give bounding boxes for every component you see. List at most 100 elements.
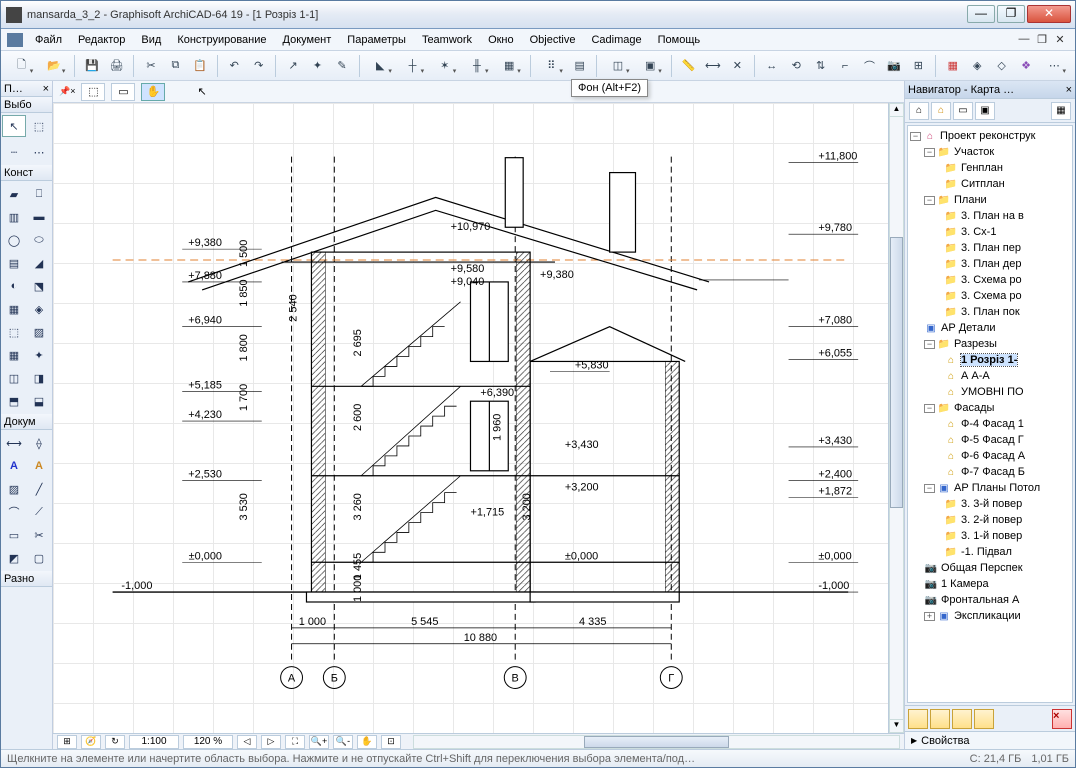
zoom-input[interactable] — [183, 735, 233, 749]
menu-construction[interactable]: Конструирование — [169, 31, 274, 49]
stair-tool[interactable]: ▤ — [2, 252, 26, 274]
snap-mid-tool[interactable]: ✶ — [430, 55, 459, 77]
section-tool-2[interactable]: ✂ — [27, 524, 51, 546]
object-tool[interactable]: ⬚ — [2, 321, 26, 343]
wall-tool[interactable]: ▰ — [2, 183, 26, 205]
nav-publisher-icon[interactable]: ▣ — [975, 102, 995, 120]
menu-file[interactable]: Файл — [27, 31, 70, 49]
quick-options-icon[interactable]: ⊞ — [57, 735, 77, 749]
orientation-icon[interactable]: 🧭 — [81, 735, 101, 749]
zoom-prev-icon[interactable]: ◁ — [237, 735, 257, 749]
move-tool[interactable]: ↔ — [761, 55, 782, 77]
cross-button[interactable]: ✕ — [727, 55, 748, 77]
marquee-tool[interactable]: ⬚ — [27, 115, 51, 137]
menu-editor[interactable]: Редактор — [70, 31, 133, 49]
mode-single[interactable]: ⬚ — [81, 83, 105, 101]
level-tool[interactable]: ⟠ — [27, 432, 51, 454]
energy-button[interactable]: ❖ — [1015, 55, 1036, 77]
properties-bar[interactable]: ▶ Свойства — [905, 731, 1075, 749]
explode-tool[interactable]: ⊞ — [908, 55, 929, 77]
paste-button[interactable]: 📋 — [189, 55, 210, 77]
worksheet-tool[interactable]: ▢ — [27, 547, 51, 569]
door-tool[interactable]: ⎕ — [27, 183, 51, 205]
copy-button[interactable]: ⧉ — [165, 55, 186, 77]
nav-new-folder-button[interactable] — [952, 709, 972, 729]
nav-layout-icon[interactable]: ▭ — [953, 102, 973, 120]
navigator-tree[interactable]: −⌂Проект реконструк −📁Участок 📁Генплан 📁… — [907, 125, 1073, 703]
layers-button[interactable]: ◈ — [967, 55, 988, 77]
skylight-tool[interactable]: ⬔ — [27, 275, 51, 297]
grid-toggle[interactable]: ⠿ — [537, 55, 566, 77]
zone-tool[interactable]: ▨ — [27, 321, 51, 343]
wall-end-tool[interactable]: ◨ — [27, 367, 51, 389]
text-tool[interactable]: A — [2, 455, 26, 477]
label-tool[interactable]: A — [27, 455, 51, 477]
slab-tool[interactable]: ⬭ — [27, 229, 51, 251]
ruler-toggle[interactable]: ▤ — [569, 55, 590, 77]
menu-view[interactable]: Вид — [133, 31, 169, 49]
nav-delete-button[interactable]: × — [1052, 709, 1072, 729]
mode-panning[interactable]: ✋ — [141, 83, 165, 101]
column-tool[interactable]: ▬ — [27, 206, 51, 228]
nav-options-icon[interactable]: ▦ — [1051, 102, 1071, 120]
trace-button[interactable]: ▦ — [942, 55, 963, 77]
cut-button[interactable]: ✂ — [140, 55, 161, 77]
menu-parameters[interactable]: Параметры — [339, 31, 414, 49]
navigator-close-icon[interactable]: × — [1066, 84, 1072, 96]
section-tool[interactable]: ⬓ — [27, 390, 51, 412]
menu-window[interactable]: Окно — [480, 31, 522, 49]
snap-guide-tool[interactable]: ╫ — [462, 55, 491, 77]
roof-tool[interactable]: ◢ — [27, 252, 51, 274]
menu-document[interactable]: Документ — [275, 31, 340, 49]
dimension-tool[interactable]: ⟷ — [702, 55, 723, 77]
mirror-tool[interactable]: ⇅ — [810, 55, 831, 77]
background-button[interactable]: ▣ — [636, 55, 665, 77]
panel-close-icon[interactable]: × — [43, 83, 49, 95]
scroll-up-icon[interactable]: ▲ — [889, 103, 904, 117]
snap-ortho-tool[interactable]: ┼ — [398, 55, 427, 77]
snap-grid-tool[interactable]: ▦ — [495, 55, 524, 77]
rotate-tool[interactable]: ⟲ — [785, 55, 806, 77]
redo-button[interactable]: ↷ — [248, 55, 269, 77]
more-button[interactable]: ⋯ — [1040, 55, 1069, 77]
save-button[interactable]: 💾 — [81, 55, 102, 77]
nav-save-view-button[interactable] — [908, 709, 928, 729]
nav-clone-button[interactable] — [930, 709, 950, 729]
mdi-restore[interactable]: ❐ — [1033, 33, 1051, 46]
pan-icon[interactable]: ✋ — [357, 735, 377, 749]
menu-help[interactable]: Помощь — [650, 31, 709, 49]
pin-icon[interactable]: 📌× — [59, 86, 75, 97]
measure-tool[interactable]: 📏 — [678, 55, 699, 77]
mode-marquee[interactable]: ▭ — [111, 83, 135, 101]
pick-tool[interactable]: ↗ — [282, 55, 303, 77]
lamp-tool[interactable]: ✦ — [27, 344, 51, 366]
maximize-button[interactable]: ❐ — [997, 5, 1025, 23]
drawing-canvas[interactable]: А Б В Г 1 000 5 545 4 335 10 880 — [53, 103, 888, 733]
zoom-next-icon[interactable]: ▷ — [261, 735, 281, 749]
menu-objective[interactable]: Objective — [522, 31, 584, 49]
line-tool[interactable]: ╱ — [27, 478, 51, 500]
window-tool[interactable]: ▥ — [2, 206, 26, 228]
corner-tool[interactable]: ⌐ — [834, 55, 855, 77]
zoom-out-icon[interactable]: 🔍- — [333, 735, 353, 749]
zoom-area-icon[interactable]: ⊡ — [381, 735, 401, 749]
curtain-tool[interactable]: ▦ — [2, 298, 26, 320]
fit-icon[interactable]: ⛶ — [285, 735, 305, 749]
mdi-minimize[interactable]: — — [1015, 33, 1033, 46]
mdi-close[interactable]: ✕ — [1051, 33, 1069, 46]
new-button[interactable]: 🗋 — [7, 55, 36, 77]
undo-button[interactable]: ↶ — [224, 55, 245, 77]
view-3d-button[interactable]: ◫ — [603, 55, 632, 77]
renovation-button[interactable]: ◇ — [991, 55, 1012, 77]
scale-input[interactable] — [129, 735, 179, 749]
menu-cadimage[interactable]: Cadimage — [583, 31, 649, 49]
elevation-tool[interactable]: ◩ — [2, 547, 26, 569]
drawing-tool[interactable]: ▭ — [2, 524, 26, 546]
dimension-tool-2[interactable]: ⟷ — [2, 432, 26, 454]
corner-window-tool[interactable]: ⬒ — [2, 390, 26, 412]
arc-line-tool[interactable]: ⌒ — [2, 501, 26, 523]
horizontal-scrollbar[interactable] — [413, 735, 900, 749]
snap-corner-tool[interactable]: ◣ — [366, 55, 395, 77]
vertical-scrollbar[interactable]: ▲ ▼ — [888, 103, 904, 733]
nav-view-icon[interactable]: ⌂ — [931, 102, 951, 120]
